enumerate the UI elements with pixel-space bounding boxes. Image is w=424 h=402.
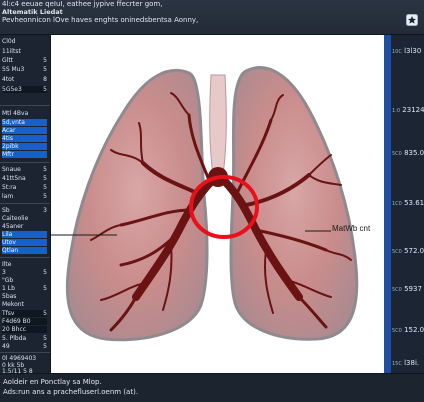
callout-label: MatWb cnt bbox=[332, 224, 371, 233]
divider bbox=[0, 257, 50, 258]
left-item-selected[interactable]: 4tis bbox=[2, 135, 47, 142]
divider bbox=[0, 352, 50, 353]
title-bar: 4l:c4 eeuae qeIuI, eathee jypive ffecrte… bbox=[0, 0, 424, 35]
left-item[interactable]: 35 bbox=[2, 269, 47, 276]
left-item-selected[interactable]: Qtlan bbox=[2, 247, 47, 254]
divider bbox=[0, 105, 50, 106]
left-item[interactable]: Tfsv 5 bbox=[2, 310, 47, 317]
left-item-selected[interactable]: Acar bbox=[2, 127, 47, 134]
left-item[interactable]: Sb 3 bbox=[2, 207, 47, 214]
image-canvas[interactable]: MatWb cnt bbox=[51, 35, 384, 373]
status-line-2: Ads:run ans a prachefluserl.oenm (at). bbox=[3, 388, 139, 396]
status-line-1: Aoldeir en Ponctlay sa Mlop. bbox=[3, 378, 102, 386]
divider bbox=[0, 162, 50, 163]
trachea bbox=[209, 74, 227, 176]
left-item[interactable]: 1 Lb 5 bbox=[2, 285, 47, 292]
left-item[interactable]: 5bas bbox=[2, 293, 47, 300]
left-item[interactable]: F4d69 B0 bbox=[2, 318, 47, 325]
left-item[interactable]: 5G5e3 5 bbox=[2, 86, 47, 93]
left-item[interactable]: 5. Plbda 5 bbox=[2, 335, 47, 342]
scale-label: 1:0 23124 bbox=[392, 106, 424, 114]
left-item[interactable]: lam 5 bbox=[2, 193, 47, 200]
header-line-3: Pevheonnicon lOve haves enghts oninedsbe… bbox=[2, 16, 199, 24]
scale-label: 10C l3l30 bbox=[392, 47, 422, 55]
left-panel: Cl0d 11iltst Gltt 5 5S Mu3 5 4tot 8 5G5e3 5 … bbox=[0, 35, 51, 375]
left-item[interactable]: 41tt5na 5 bbox=[2, 175, 47, 182]
scale-strip[interactable] bbox=[384, 35, 391, 373]
status-star-icon[interactable] bbox=[406, 14, 418, 26]
left-item[interactable]: 0l 4969403 bbox=[2, 355, 47, 362]
left-item[interactable]: 5t:ra 5 bbox=[2, 184, 47, 191]
status-bar: Aoldeir en Ponctlay sa Mlop. Ads:run ans… bbox=[0, 373, 424, 402]
left-item[interactable]: 5S Mu3 5 bbox=[2, 66, 47, 73]
left-item[interactable]: 49 5 bbox=[2, 343, 47, 350]
left-item[interactable]: Snaue 5 bbox=[2, 166, 47, 173]
left-item[interactable]: Ilte bbox=[2, 261, 47, 268]
left-item[interactable]: Mtl 4Bva bbox=[2, 110, 47, 117]
left-item[interactable]: 4tot 8 bbox=[2, 76, 47, 83]
left-item[interactable]: Caiteolie bbox=[2, 215, 47, 222]
left-item[interactable]: Cl0d bbox=[2, 38, 47, 45]
left-item-selected[interactable]: Mftr bbox=[2, 151, 47, 158]
left-item-selected[interactable]: 2pibk bbox=[2, 143, 47, 150]
left-item[interactable]: 45aner bbox=[2, 223, 47, 230]
scale-label: 15C l38i. bbox=[392, 359, 420, 367]
left-item-selected[interactable]: Utov bbox=[2, 239, 47, 246]
left-item[interactable]: "Gb bbox=[2, 277, 47, 284]
lung-illustration bbox=[51, 66, 359, 342]
scale-label: 5C0 5937 bbox=[392, 285, 422, 293]
left-item[interactable]: Mekont bbox=[2, 301, 47, 308]
divider bbox=[0, 203, 50, 204]
left-item[interactable]: Gltt 5 bbox=[2, 57, 47, 64]
left-item[interactable]: 11iltst bbox=[2, 48, 47, 55]
scale-label: 5C0 572.0 bbox=[392, 247, 424, 255]
left-item[interactable]: 20 Bhcc bbox=[2, 326, 47, 333]
left-item-selected[interactable]: 5d,vnta bbox=[2, 119, 47, 126]
right-panel: 10C l3l30 1:0 23124 5C0 835.0 1C0 53.61 … bbox=[384, 35, 424, 373]
left-item-selected[interactable]: Lila bbox=[2, 231, 47, 238]
scale-label: 5C0 152.0 bbox=[392, 326, 424, 334]
scale-label: 5C0 835.0 bbox=[392, 149, 424, 157]
scale-label: 1C0 53.61 bbox=[392, 199, 424, 207]
